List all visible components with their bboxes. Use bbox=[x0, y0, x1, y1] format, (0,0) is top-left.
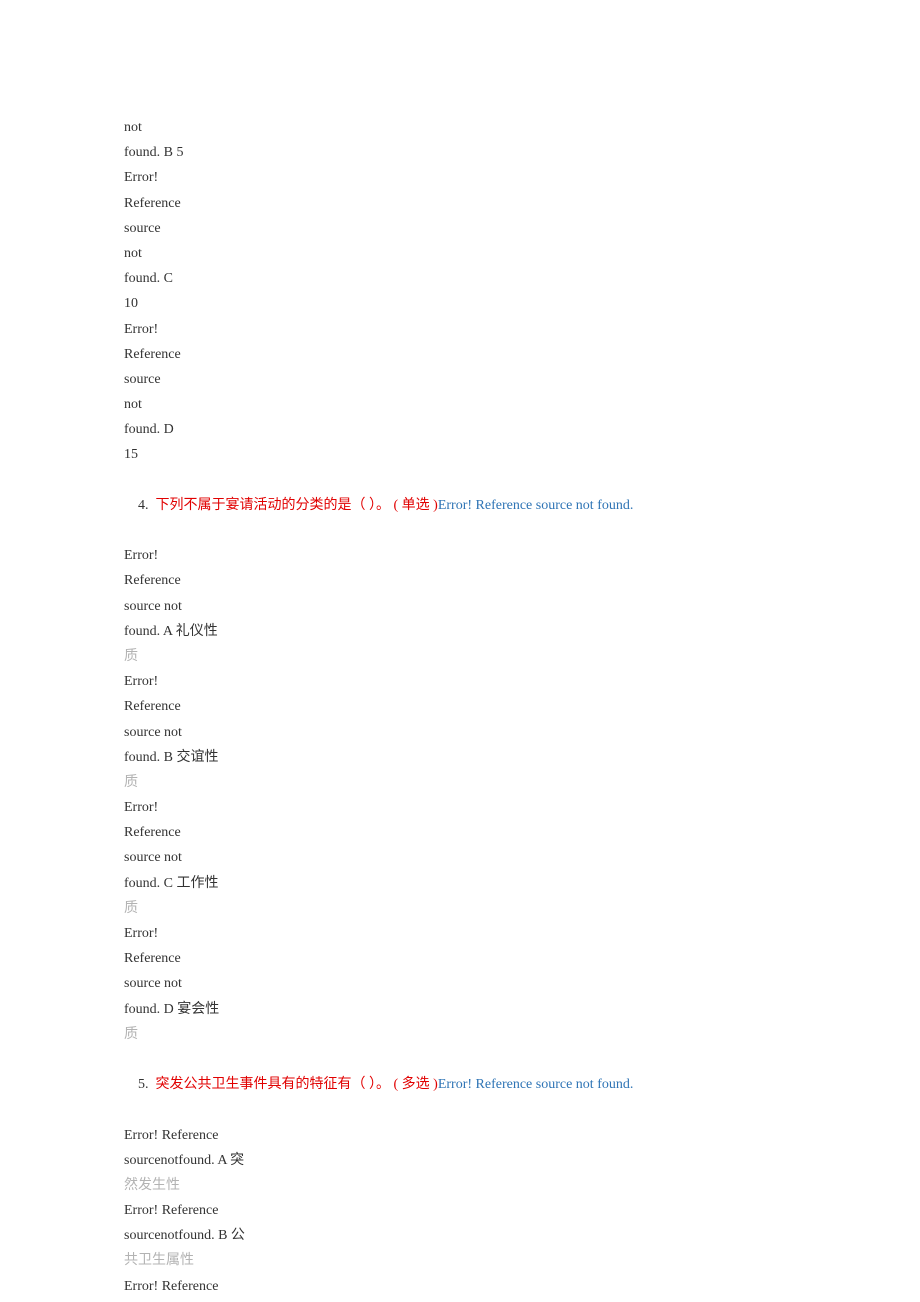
text-line: Reference bbox=[124, 568, 796, 593]
text-line: source bbox=[124, 367, 796, 392]
text-line: 然发生性 bbox=[124, 1173, 796, 1198]
text-line: 质 bbox=[124, 644, 796, 669]
text-line: Reference bbox=[124, 946, 796, 971]
text-line: 共卫生属性 bbox=[124, 1248, 796, 1273]
text-line: Reference bbox=[124, 342, 796, 367]
text-line: Error! Reference bbox=[124, 1274, 796, 1299]
text-line: Reference bbox=[124, 820, 796, 845]
text-line: Error! bbox=[124, 165, 796, 190]
text-line: Error! Reference bbox=[124, 1123, 796, 1148]
error-ref: Error! Reference source not found. bbox=[438, 498, 634, 513]
text-line: Reference bbox=[124, 694, 796, 719]
text-line: Error! bbox=[124, 317, 796, 342]
text-line: sourcenotfound. A 突 bbox=[124, 1148, 796, 1173]
text-line: source not bbox=[124, 594, 796, 619]
question-number: 5. bbox=[138, 1077, 156, 1092]
text-line: Error! bbox=[124, 669, 796, 694]
question-number: 4. bbox=[138, 498, 156, 513]
text-line: found. C bbox=[124, 266, 796, 291]
question-text: 突发公共卫生事件具有的特征有（ ）。 ( 多选 ) bbox=[156, 1077, 438, 1092]
text-line: source not bbox=[124, 845, 796, 870]
question-5: 5. 突发公共卫生事件具有的特征有（ ）。 ( 多选 )Error! Refer… bbox=[124, 1047, 796, 1123]
text-line: Error! bbox=[124, 795, 796, 820]
text-line: found. A 礼仪性 bbox=[124, 619, 796, 644]
text-line: found. C 工作性 bbox=[124, 871, 796, 896]
text-line: 质 bbox=[124, 770, 796, 795]
error-ref: Error! Reference source not found. bbox=[438, 1077, 634, 1092]
text-line: found. D 宴会性 bbox=[124, 997, 796, 1022]
question-4: 4. 下列不属于宴请活动的分类的是（ ）。 ( 单选 )Error! Refer… bbox=[124, 468, 796, 544]
question-text: 下列不属于宴请活动的分类的是（ ）。 ( 单选 ) bbox=[156, 498, 438, 513]
text-line: found. B 5 bbox=[124, 140, 796, 165]
text-line: Reference bbox=[124, 191, 796, 216]
text-line: found. B 交谊性 bbox=[124, 745, 796, 770]
text-line: 质 bbox=[124, 896, 796, 921]
text-line: source not bbox=[124, 971, 796, 996]
text-line: sourcenotfound. B 公 bbox=[124, 1223, 796, 1248]
text-line: 15 bbox=[124, 442, 796, 467]
text-line: not bbox=[124, 241, 796, 266]
text-line: Error! bbox=[124, 921, 796, 946]
text-line: not bbox=[124, 392, 796, 417]
text-line: found. D bbox=[124, 417, 796, 442]
text-line: Error! bbox=[124, 543, 796, 568]
text-line: 质 bbox=[124, 1022, 796, 1047]
text-line: 10 bbox=[124, 291, 796, 316]
text-line: Error! Reference bbox=[124, 1198, 796, 1223]
text-line: source not bbox=[124, 720, 796, 745]
text-line: not bbox=[124, 115, 796, 140]
text-line: source bbox=[124, 216, 796, 241]
document-page: not found. B 5 Error! Reference source n… bbox=[0, 0, 920, 1302]
